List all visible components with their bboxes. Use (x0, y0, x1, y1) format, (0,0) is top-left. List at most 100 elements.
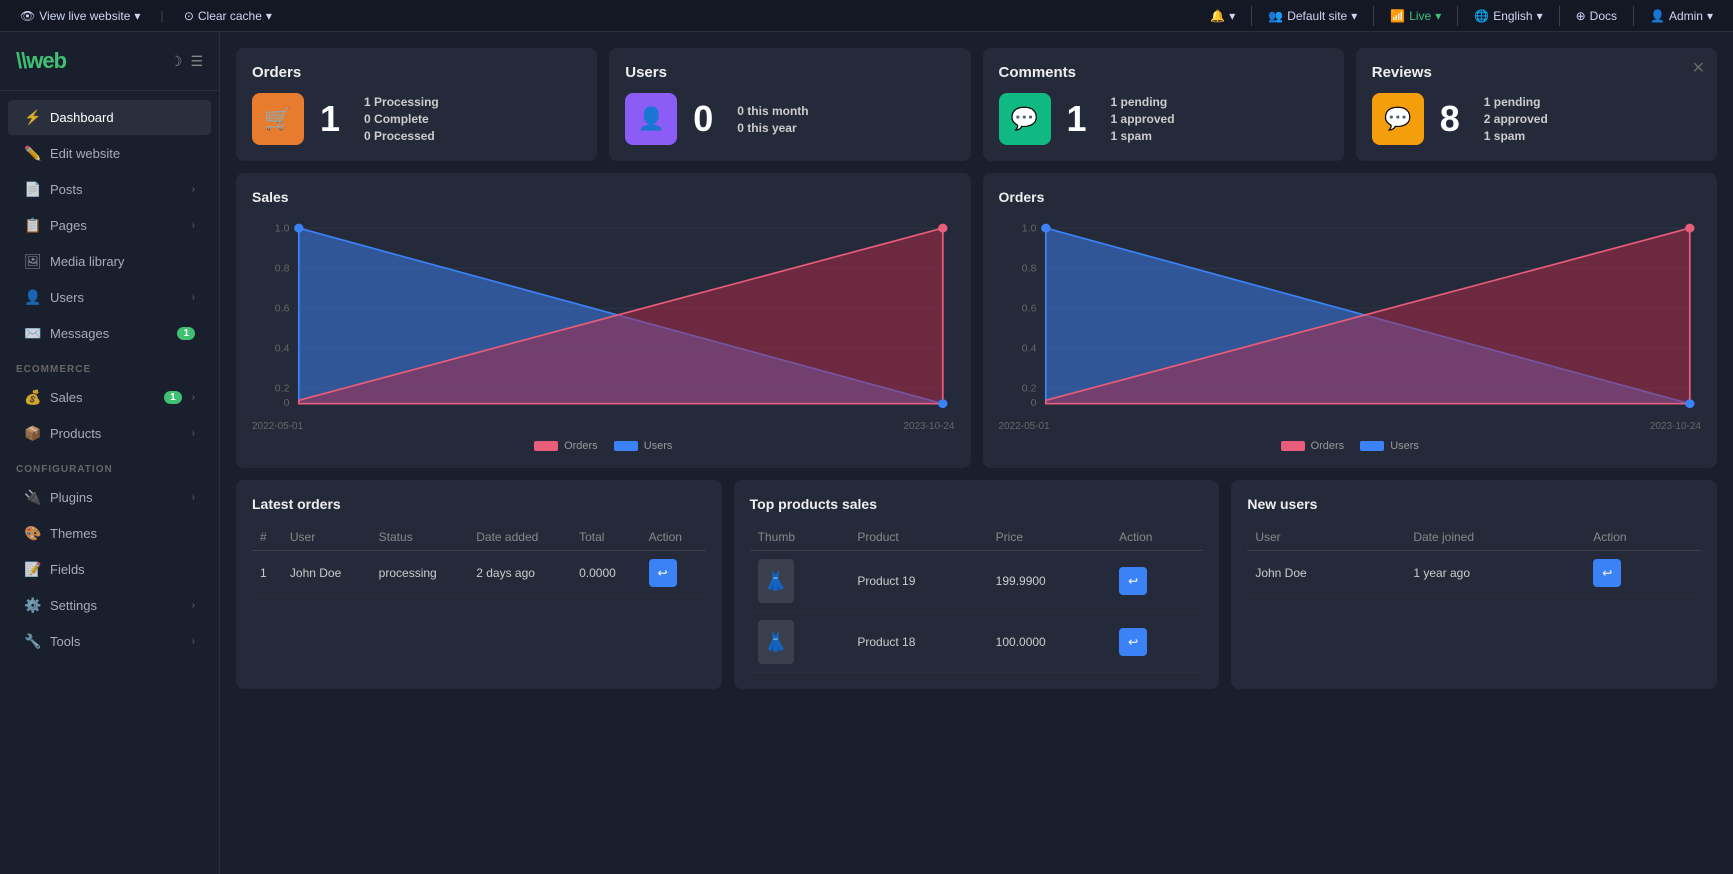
chevron-right-icon: › (192, 184, 195, 195)
sidebar-item-sales[interactable]: 💰 Sales 1 › (8, 380, 211, 415)
sidebar-item-label: Users (50, 290, 182, 305)
logo-icons[interactable]: ☽ ☰ (170, 53, 203, 70)
default-site-btn[interactable]: 👥 Default site ▾ (1260, 5, 1365, 27)
orders-legend-orders-color (1281, 441, 1305, 451)
sidebar-item-label: Media library (50, 254, 195, 269)
comments-pending: 1 pending (1111, 95, 1175, 109)
divider-3 (1457, 6, 1458, 26)
top-products-title: Top products sales (750, 496, 1204, 512)
row-total: 0.0000 (571, 551, 640, 596)
comments-icon: 💬 (999, 93, 1051, 145)
sales-chart-card: Sales 1.0 0.8 0.6 0.4 0.2 (236, 173, 971, 468)
sidebar-item-dashboard[interactable]: ⚡ Dashboard (8, 100, 211, 135)
view-product-btn[interactable]: ↩ (1119, 567, 1147, 595)
sidebar-item-messages[interactable]: ✉️ Messages 1 (8, 316, 211, 351)
orders-legend-orders: Orders (1281, 440, 1345, 452)
reviews-close-btn[interactable]: ✕ (1692, 58, 1705, 78)
site-arrow: ▾ (1351, 9, 1357, 23)
new-users-thead: User Date joined Action (1247, 524, 1701, 551)
svg-text:0.8: 0.8 (1021, 264, 1036, 275)
row-user: John Doe (282, 551, 371, 596)
eye-icon: 👁 (20, 9, 35, 23)
sidebar-item-media-library[interactable]: 🖼 Media library (8, 244, 211, 279)
admin-btn[interactable]: 👤 Admin ▾ (1642, 5, 1721, 27)
docs-icon: ⊕ (1576, 9, 1586, 23)
col-price: Price (988, 524, 1111, 551)
top-products-card: Top products sales Thumb Product Price A… (734, 480, 1220, 689)
col-date-joined: Date joined (1405, 524, 1585, 551)
top-products-header-row: Thumb Product Price Action (750, 524, 1204, 551)
reviews-card: ✕ Reviews 💬 8 1 pending 2 approved 1 spa… (1356, 48, 1717, 161)
sidebar-item-label: Sales (50, 390, 154, 405)
comments-card: Comments 💬 1 1 pending 1 approved 1 spam (983, 48, 1344, 161)
sidebar-item-pages[interactable]: 📋 Pages › (8, 208, 211, 243)
col-user: User (282, 524, 371, 551)
users-details: 0 this month 0 this year (737, 104, 808, 135)
col-user: User (1247, 524, 1405, 551)
x-start-label: 2022-05-01 (252, 421, 303, 432)
topbar-right: 🔔 ▾ 👥 Default site ▾ 📶 Live ▾ 🌐 English … (1202, 5, 1721, 27)
sidebar-item-plugins[interactable]: 🔌 Plugins › (8, 480, 211, 515)
col-action: Action (1585, 524, 1701, 551)
sidebar-item-posts[interactable]: 📄 Posts › (8, 172, 211, 207)
fields-icon: 📝 (24, 561, 40, 578)
svg-text:1.0: 1.0 (1021, 224, 1036, 235)
sidebar-item-settings[interactable]: ⚙️ Settings › (8, 588, 211, 623)
sales-chart-title: Sales (252, 189, 955, 205)
svg-text:0.4: 0.4 (275, 344, 290, 355)
comments-approved: 1 approved (1111, 112, 1175, 126)
top-products-tbody: 👗 Product 19 199.9900 ↩ 👗 (750, 551, 1204, 673)
reviews-approved: 2 approved (1484, 112, 1548, 126)
menu-icon[interactable]: ☰ (190, 53, 203, 70)
chevron-right-icon: › (192, 392, 195, 403)
view-order-btn[interactable]: ↩ (649, 559, 677, 587)
sales-chart-legend: Orders Users (252, 440, 955, 452)
sidebar-item-themes[interactable]: 🎨 Themes (8, 516, 211, 551)
users-icon: 👤 (24, 289, 40, 306)
refresh-icon: ⊙ (184, 9, 194, 23)
live-btn[interactable]: 📶 Live ▾ (1382, 5, 1449, 27)
top-products-thead: Thumb Product Price Action (750, 524, 1204, 551)
sidebar-item-label: Settings (50, 598, 182, 613)
svg-text:1.0: 1.0 (275, 224, 290, 235)
sidebar-item-tools[interactable]: 🔧 Tools › (8, 624, 211, 659)
col-product: Product (849, 524, 987, 551)
sidebar-item-fields[interactable]: 📝 Fields (8, 552, 211, 587)
notification-btn[interactable]: 🔔 ▾ (1202, 5, 1243, 27)
sidebar-item-edit-website[interactable]: ✏️ Edit website (8, 136, 211, 171)
english-btn[interactable]: 🌐 English ▾ (1466, 5, 1550, 27)
clear-cache-btn[interactable]: ⊙ Clear cache ▾ (176, 5, 280, 27)
view-product-btn[interactable]: ↩ (1119, 628, 1147, 656)
reviews-details: 1 pending 2 approved 1 spam (1484, 95, 1548, 143)
sidebar-item-users[interactable]: 👤 Users › (8, 280, 211, 315)
svg-text:0.6: 0.6 (275, 304, 290, 315)
orders-chart-area: 1.0 0.8 0.6 0.4 0.2 0 (999, 217, 1702, 417)
reviews-icon: 💬 (1372, 93, 1424, 145)
sales-badge: 1 (164, 391, 182, 404)
x-end-label: 2023-10-24 (903, 421, 954, 432)
sales-icon: 💰 (24, 389, 40, 406)
sidebar-item-products[interactable]: 📦 Products › (8, 416, 211, 451)
posts-icon: 📄 (24, 181, 40, 198)
view-user-btn[interactable]: ↩ (1593, 559, 1621, 587)
topbar: 👁 View live website ▾ | ⊙ Clear cache ▾ … (0, 0, 1733, 32)
messages-icon: ✉️ (24, 325, 40, 342)
new-users-tbody: John Doe 1 year ago ↩ (1247, 551, 1701, 596)
live-arrow: ▾ (1435, 9, 1441, 23)
svg-text:0: 0 (284, 398, 290, 409)
new-user-date: 1 year ago (1405, 551, 1585, 596)
sales-chart-svg: 1.0 0.8 0.6 0.4 0.2 0 (252, 217, 955, 417)
docs-btn[interactable]: ⊕ Docs (1568, 5, 1625, 27)
divider-4 (1559, 6, 1560, 26)
sidebar-item-label: Fields (50, 562, 195, 577)
sales-chart-area: 1.0 0.8 0.6 0.4 0.2 0 (252, 217, 955, 417)
dropdown-arrow: ▾ (134, 9, 140, 23)
product-action: ↩ (1111, 551, 1203, 612)
orders-card: Orders 🛒 1 1 Processing 0 Complete 0 Pro… (236, 48, 597, 161)
stat-cards-row: Orders 🛒 1 1 Processing 0 Complete 0 Pro… (236, 48, 1717, 161)
theme-toggle-icon[interactable]: ☽ (170, 53, 183, 70)
latest-orders-thead: # User Status Date added Total Action (252, 524, 706, 551)
view-live-btn[interactable]: 👁 View live website ▾ (12, 5, 148, 27)
chevron-right-icon: › (192, 600, 195, 611)
legend-users-label: Users (644, 440, 673, 452)
